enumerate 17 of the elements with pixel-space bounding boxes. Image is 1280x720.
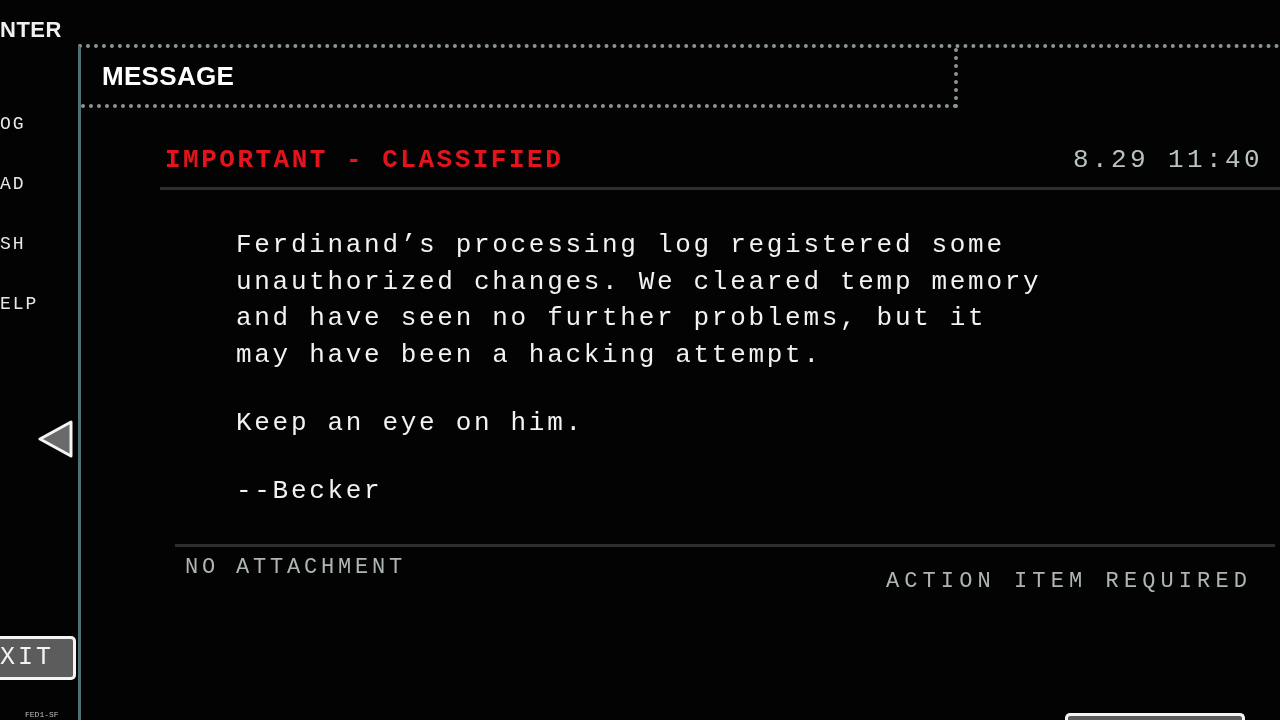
sidebar-title: NTER (0, 17, 63, 43)
priority-label: IMPORTANT - CLASSIFIED (165, 145, 564, 175)
sidebar-menu-item[interactable]: SH (0, 233, 78, 255)
sidebar-menu-item[interactable]: ELP (0, 293, 78, 315)
attachment-status: NO ATTACHMENT (185, 555, 407, 582)
partial-button[interactable] (1065, 713, 1245, 720)
message-paragraph: Keep an eye on him. (236, 406, 585, 440)
sidebar-menu-item[interactable]: AD (0, 173, 78, 195)
message-paragraph: Ferdinand’s processing log registered some unauthorized changes. We cleared temp memory and have seen no further problems, but it may have been a hacking attempt. (236, 229, 1043, 373)
header-title: MESSAGE (102, 61, 235, 91)
exit-button[interactable]: XIT (0, 636, 76, 680)
message-paragraph: --Becker (236, 474, 384, 508)
footer-code: FED1-SF (24, 710, 60, 719)
action-status: ACTION ITEM REQUIRED (885, 569, 1252, 596)
timestamp: 8.29 11:40 (1072, 145, 1263, 175)
left-triangle-icon[interactable] (38, 420, 73, 458)
sidebar-menu-item[interactable]: OG (0, 113, 78, 135)
